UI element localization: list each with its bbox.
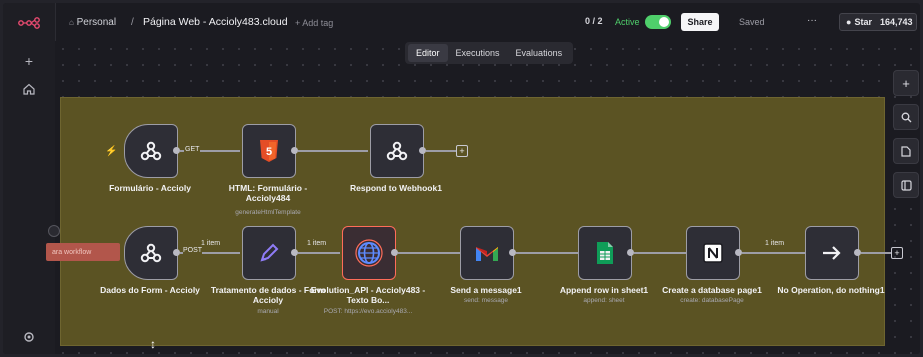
connection [298,150,368,152]
connection [861,252,891,254]
sticky-note-icon[interactable] [893,138,919,164]
edge-item-count: 1 item [765,240,785,247]
node-append-row-in-sheet[interactable] [578,226,632,280]
github-star-button[interactable]: ● Star 164,743 [839,13,917,31]
node-dados-do-form[interactable] [124,226,178,280]
active-toggle[interactable] [645,15,671,29]
output-handle[interactable] [627,249,634,256]
node-label: No Operation, do nothing1 [777,285,885,295]
output-handle[interactable] [173,249,180,256]
webhook-icon [140,141,162,161]
sticky-note[interactable] [60,97,885,346]
node-respond-to-webhook[interactable] [370,124,424,178]
resize-cursor-icon: ↕ [150,337,156,351]
node-formulario-accioly[interactable] [124,124,178,178]
node-subtitle: send: message [463,297,509,304]
output-handle[interactable] [291,249,298,256]
connection [742,252,805,254]
edge-item-count: 1 item [307,240,327,247]
node-subtitle: generateHtmlTemplate [235,209,301,216]
node-subtitle: POST: https://evo.accioly483... [323,308,413,315]
output-handle[interactable] [854,249,861,256]
active-label: Active [615,17,640,27]
github-icon: ● [846,17,852,27]
pencil-icon [260,243,279,262]
add-node-plus-icon[interactable]: + [456,145,468,157]
add-node-plus-icon[interactable]: + [891,247,903,259]
output-handle[interactable] [735,249,742,256]
breadcrumb-owner[interactable]: Personal [77,17,116,28]
notion-icon [703,243,723,263]
top-header: ⌂ Personal / Página Web - Accioly483.clo… [55,3,920,41]
execution-counter: 0 / 2 [585,16,603,26]
node-label: Dados do Form - Accioly [100,285,200,295]
node-label: Create a database page1 [662,285,762,295]
view-tabs: Editor Executions Evaluations [405,42,574,64]
edge-item-count: 1 item [201,240,221,247]
webhook-icon [386,141,408,161]
panel-toggle-icon[interactable] [893,172,919,198]
node-evolution-api[interactable] [342,226,396,280]
trigger-bolt-icon: ⚡ [105,146,118,157]
output-handle[interactable] [291,147,298,154]
collapse-handle[interactable] [48,225,60,237]
node-label: Append row in sheet1 [559,285,649,295]
node-label: HTML: Formulário - Accioly484 [228,183,308,203]
node-create-database-page[interactable] [686,226,740,280]
html5-icon: 5 [260,140,278,162]
share-button[interactable]: Share [681,13,719,31]
star-label: Star [854,17,872,27]
node-subtitle: append: sheet [583,297,625,304]
connection [516,252,578,254]
toggle-knob [659,17,669,27]
node-no-operation[interactable] [805,226,859,280]
node-subtitle: create: databasePage [680,297,744,304]
google-sheets-icon [597,242,613,264]
tab-executions[interactable]: Executions [448,44,508,62]
connection [298,252,340,254]
tab-editor[interactable]: Editor [408,44,448,62]
breadcrumb-separator: / [131,17,134,28]
svg-text:5: 5 [266,146,272,158]
settings-icon[interactable] [17,327,41,347]
home-icon[interactable] [17,79,41,99]
gmail-icon [476,247,498,261]
user-icon: ⌂ [69,18,74,27]
output-handle[interactable] [419,147,426,154]
edge-label-post: POST [183,247,203,254]
connection [426,150,456,152]
output-handle[interactable] [173,147,180,154]
add-icon[interactable]: + [17,51,41,71]
node-html-formulario[interactable]: 5 [242,124,296,178]
breadcrumb[interactable]: ⌂ Personal [69,17,116,28]
star-count: 164,743 [879,17,913,27]
output-handle[interactable] [509,249,516,256]
tab-evaluations[interactable]: Evaluations [508,44,571,62]
add-tag-link[interactable]: + Add tag [295,18,333,28]
left-sidebar: + [3,3,56,354]
arrow-right-icon [823,246,841,260]
workflow-tag[interactable]: ara workflow [46,243,120,261]
node-tratamento-de-dados[interactable] [242,226,296,280]
node-label: Respond to Webhook1 [350,183,442,193]
add-node-button[interactable]: + [893,70,919,96]
node-send-a-message[interactable] [460,226,514,280]
search-icon[interactable] [893,104,919,130]
output-handle[interactable] [391,249,398,256]
node-label: Formulário - Accioly [109,183,191,193]
saved-status: Saved [739,17,765,27]
edge-label-get: GET [184,146,201,153]
globe-icon [355,239,383,267]
n8n-logo-icon[interactable] [17,13,41,33]
connection [398,252,460,254]
node-label: Send a message1 [450,285,522,295]
workflow-title[interactable]: Página Web - Accioly483.cloud [143,16,288,28]
webhook-icon [140,243,162,263]
connection [634,252,686,254]
more-menu-button[interactable]: ··· [807,15,817,26]
node-label: Evolution_API - Accioly483 - Texto Bo... [310,285,426,305]
